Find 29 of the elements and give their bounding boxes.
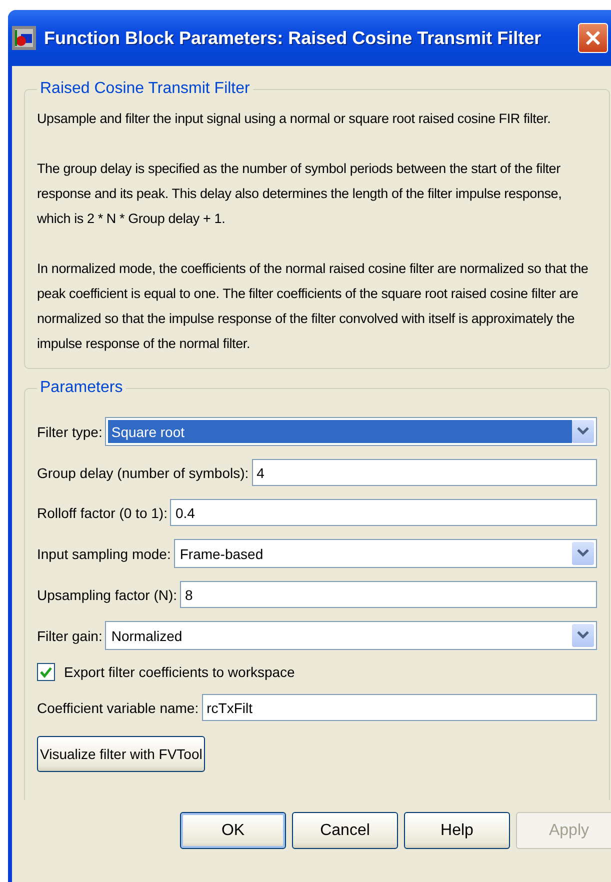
dialog-button[interactable]: Help bbox=[404, 812, 510, 849]
field-label: Group delay (number of symbols): bbox=[37, 464, 249, 480]
description-text: Upsample and filter the input signal using a normal or square root raised cosine FIR filter. bbox=[37, 110, 552, 128]
checkbox[interactable] bbox=[37, 663, 55, 681]
field-label: Filter type: bbox=[37, 424, 102, 440]
block-icon bbox=[12, 26, 36, 50]
group-title: Parameters bbox=[39, 379, 124, 397]
field-label: Upsampling factor (N): bbox=[37, 586, 178, 602]
description-text: The group delay is specified as the number of symbol periods between the start of the filter response and its peak. This delay also determines the length of the filter impulse response, which is 2 * N * Group delay + 1. bbox=[37, 160, 563, 228]
dialog-button[interactable]: OK bbox=[180, 812, 286, 849]
input-field[interactable]: 0.4 bbox=[170, 499, 597, 526]
checkbox-label[interactable]: Export filter coefficients to workspace bbox=[64, 664, 295, 680]
dropdown[interactable]: Frame-based bbox=[174, 539, 597, 568]
close-icon[interactable] bbox=[584, 29, 602, 47]
field-label: Filter gain: bbox=[37, 628, 102, 644]
description-text: In normalized mode, the coefficients of the normal raised cosine filter are normalized so that the peak coefficient is equal to one. The filter coefficients of the square root raised cosine filter are normalized so that the impulse response of the filter convolved with itself is approximately the impulse response of the normal filter. bbox=[37, 260, 590, 353]
field-label: Coefficient variable name: bbox=[37, 700, 199, 716]
input-field[interactable]: 8 bbox=[180, 581, 597, 608]
close-button[interactable] bbox=[578, 23, 608, 53]
group-title: Raised Cosine Transmit Filter bbox=[39, 80, 251, 98]
field-label: Rolloff factor (0 to 1): bbox=[37, 504, 168, 520]
dialog-button[interactable]: Cancel bbox=[292, 812, 398, 849]
dropdown[interactable]: Normalized bbox=[105, 621, 597, 650]
input-field[interactable]: rcTxFilt bbox=[202, 694, 597, 721]
visualize-button[interactable]: Visualize filter with FVTool bbox=[37, 736, 206, 772]
dropdown[interactable]: Square root bbox=[105, 417, 597, 446]
window-title: Function Block Parameters: Raised Cosine Transmit Filter bbox=[44, 28, 542, 48]
input-field[interactable]: 4 bbox=[252, 459, 597, 486]
field-label: Input sampling mode: bbox=[37, 546, 171, 562]
